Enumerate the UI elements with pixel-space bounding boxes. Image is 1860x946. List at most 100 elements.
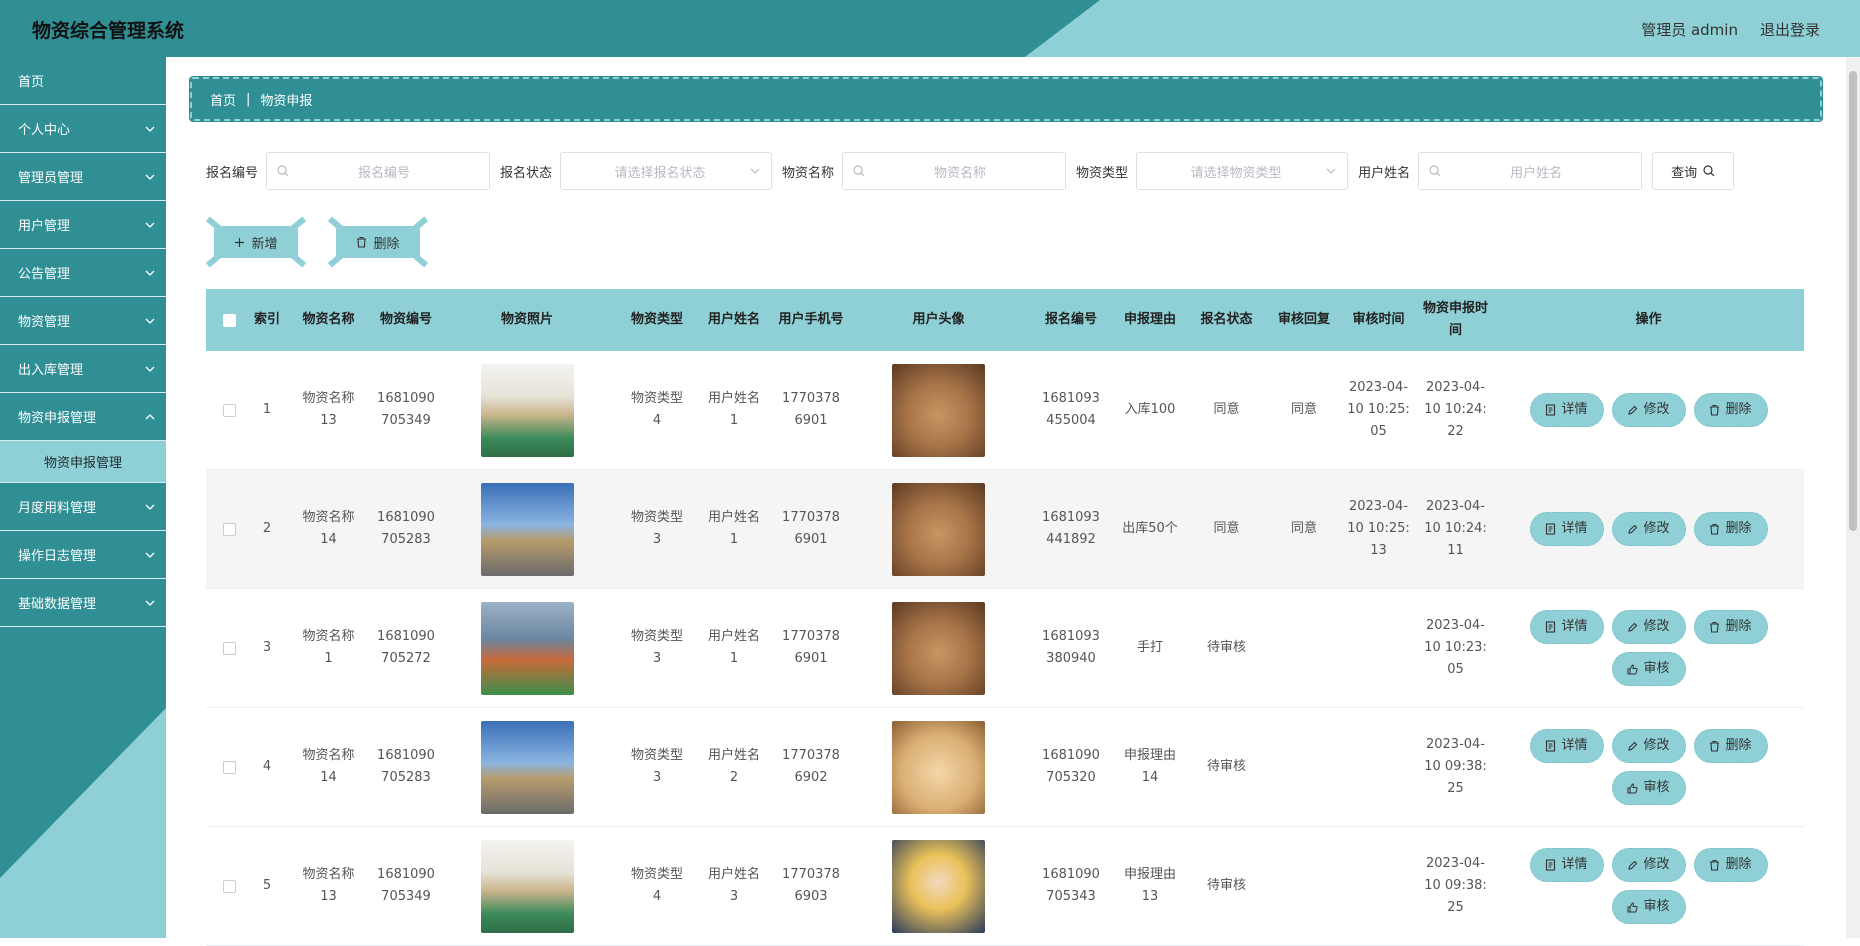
vertical-scrollbar[interactable] [1846, 57, 1860, 938]
action-bar: 新增 删除 [205, 216, 429, 268]
row-detail-button[interactable]: 详情 [1529, 393, 1604, 427]
material-photo[interactable] [480, 720, 574, 814]
col-header-reason: 申报理由 [1123, 312, 1176, 327]
cell-user: 用户姓名2 [707, 748, 760, 785]
cell-reason: 手打 [1136, 640, 1163, 655]
add-button[interactable]: 新增 [205, 216, 307, 268]
cell-user: 用户姓名3 [707, 867, 760, 904]
cell-status: 同意 [1213, 402, 1240, 417]
row-delete-button[interactable]: 删除 [1693, 729, 1768, 763]
sidebar-item-materials[interactable]: 物资管理 [0, 297, 166, 345]
row-delete-label: 删除 [1725, 521, 1752, 536]
row-edit-button[interactable]: 修改 [1611, 848, 1686, 882]
row-edit-button[interactable]: 修改 [1611, 393, 1686, 427]
row-actions: 详情 修改 删除 [1529, 393, 1769, 427]
row-edit-button[interactable]: 修改 [1611, 610, 1686, 644]
row-detail-button[interactable]: 详情 [1529, 512, 1604, 546]
edit-icon [1628, 860, 1638, 870]
col-header-create-time: 物资申报时间 [1422, 301, 1488, 338]
button-corner-decoration [411, 216, 429, 232]
cell-phone: 17703786901 [782, 510, 840, 547]
avatar[interactable] [892, 363, 985, 457]
select-all-checkbox[interactable] [222, 313, 236, 327]
cell-index: 4 [262, 759, 272, 774]
type-select[interactable]: 请选择物资类型 [1136, 152, 1349, 190]
trash-icon [1710, 859, 1720, 871]
cell-user: 用户姓名1 [707, 629, 760, 666]
sidebar-item-basedata[interactable]: 基础数据管理 [0, 579, 166, 627]
cell-apply-no: 1681093455004 [1042, 391, 1100, 428]
row-detail-button[interactable]: 详情 [1529, 610, 1604, 644]
search-label-user: 用户姓名 [1358, 165, 1411, 181]
sidebar-item-admin[interactable]: 管理员管理 [0, 153, 166, 201]
document-icon [1546, 404, 1556, 416]
trash-icon [357, 236, 367, 248]
avatar[interactable] [892, 839, 985, 933]
row-edit-button[interactable]: 修改 [1611, 512, 1686, 546]
row-checkbox[interactable] [222, 403, 236, 417]
cell-create-time: 2023-04-10 09:38:25 [1424, 737, 1487, 796]
row-delete-button[interactable]: 删除 [1693, 512, 1768, 546]
cell-reply: 同意 [1290, 402, 1317, 417]
sidebar-item-personal[interactable]: 个人中心 [0, 105, 166, 153]
edit-icon [1628, 741, 1638, 751]
material-photo[interactable] [480, 482, 574, 576]
breadcrumb-home[interactable]: 首页 [210, 90, 236, 109]
search-input-no[interactable]: 报名编号 [266, 152, 491, 190]
document-icon [1546, 740, 1556, 752]
batch-delete-button[interactable]: 删除 [327, 216, 429, 268]
status-select[interactable]: 请选择报名状态 [560, 152, 773, 190]
chevron-down-icon [145, 174, 155, 180]
chevron-down-icon [145, 600, 155, 606]
material-photo[interactable] [480, 601, 574, 695]
search-label-name: 物资名称 [782, 165, 835, 181]
sidebar-item-label: 操作日志管理 [18, 549, 97, 564]
row-detail-button[interactable]: 详情 [1529, 729, 1604, 763]
sidebar-item-users[interactable]: 用户管理 [0, 201, 166, 249]
sidebar-item-home[interactable]: 首页 [0, 57, 166, 105]
sidebar-item-inout[interactable]: 出入库管理 [0, 345, 166, 393]
cell-index: 3 [262, 640, 272, 655]
col-header-photo: 物资照片 [500, 312, 553, 327]
row-detail-button[interactable]: 详情 [1529, 848, 1604, 882]
material-photo[interactable] [480, 839, 574, 933]
search-input-user[interactable]: 用户姓名 [1418, 152, 1643, 190]
sidebar-item-logs[interactable]: 操作日志管理 [0, 531, 166, 579]
row-delete-label: 删除 [1725, 738, 1752, 753]
avatar[interactable] [892, 720, 985, 814]
scrollbar-thumb[interactable] [1849, 71, 1857, 531]
sidebar-item-monthly[interactable]: 月度用料管理 [0, 483, 166, 531]
sidebar-item-notices[interactable]: 公告管理 [0, 249, 166, 297]
query-button[interactable]: 查询 [1652, 152, 1735, 190]
trash-icon [1710, 740, 1720, 752]
cell-audit-time: 2023-04-10 10:25:05 [1347, 380, 1410, 439]
row-audit-button[interactable]: 审核 [1611, 890, 1686, 924]
cell-apply-no: 1681090705343 [1042, 867, 1100, 904]
row-actions: 详情 修改 删除审核 [1529, 610, 1769, 686]
cell-status: 待审核 [1206, 878, 1246, 893]
row-edit-button[interactable]: 修改 [1611, 729, 1686, 763]
row-checkbox[interactable] [222, 879, 236, 893]
avatar[interactable] [892, 482, 985, 576]
row-delete-button[interactable]: 删除 [1693, 610, 1768, 644]
col-header-reply: 审核回复 [1277, 312, 1330, 327]
row-audit-button[interactable]: 审核 [1611, 652, 1686, 686]
row-checkbox[interactable] [222, 641, 236, 655]
table-row: 2 物资名称14 1681090705283 物资类型3 用户姓名1 17703… [206, 470, 1804, 589]
row-audit-button[interactable]: 审核 [1611, 771, 1686, 805]
add-button-label: 新增 [251, 236, 278, 252]
sidebar-item-declare[interactable]: 物资申报管理 [0, 393, 166, 441]
row-checkbox[interactable] [222, 760, 236, 774]
sidebar-subitem-declare-manage[interactable]: 物资申报管理 [0, 441, 166, 483]
avatar[interactable] [892, 601, 985, 695]
search-input-name[interactable]: 物资名称 [842, 152, 1067, 190]
search-input-placeholder: 物资名称 [934, 165, 987, 181]
row-delete-button[interactable]: 删除 [1693, 393, 1768, 427]
delete-button-face: 删除 [336, 226, 420, 258]
material-photo[interactable] [480, 363, 574, 457]
logout-link[interactable]: 退出登录 [1760, 19, 1820, 40]
row-checkbox[interactable] [222, 522, 236, 536]
chevron-down-icon [145, 222, 155, 228]
row-delete-button[interactable]: 删除 [1693, 848, 1768, 882]
row-audit-label: 审核 [1643, 661, 1670, 676]
